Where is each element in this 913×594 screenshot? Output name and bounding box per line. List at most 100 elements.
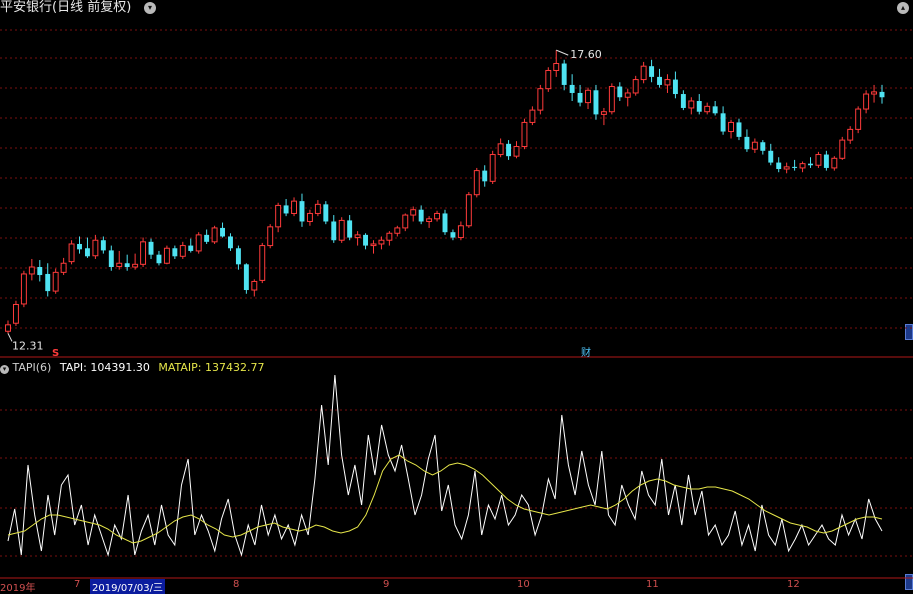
candle-body (783, 166, 790, 170)
x-label-month-11: 11 (646, 579, 659, 590)
candle-body (331, 221, 337, 241)
candle-body (776, 162, 782, 170)
candle-body (871, 91, 878, 95)
matapi-value: MATAIP: 137432.77 (158, 361, 265, 374)
candle-body (497, 143, 504, 156)
candle-body (354, 234, 361, 239)
max-pointer (556, 49, 569, 56)
candle-body (363, 234, 369, 246)
event-marker-s: S (52, 348, 59, 359)
candle-body (879, 91, 885, 98)
candle-body (839, 139, 846, 159)
candle-body (195, 234, 202, 252)
candle-body (68, 243, 75, 263)
candle-body (402, 214, 409, 229)
candle-body (632, 79, 639, 94)
candle-body (267, 226, 274, 247)
candle-body (672, 79, 678, 95)
candle-body (720, 113, 726, 132)
candle-body (323, 204, 329, 222)
candle-body (410, 209, 417, 216)
x-label-month-12: 12 (787, 579, 800, 590)
candle-body (768, 150, 774, 163)
candle-body (506, 143, 512, 157)
candle-body (521, 121, 528, 148)
candle-body (108, 250, 114, 267)
candle-body (736, 122, 742, 137)
candle-body (306, 212, 313, 222)
candle-body (473, 170, 480, 196)
tapi-series-name: TAPI (59, 361, 84, 374)
x-axis: 2019年 7 2019/07/03/三 8 9 10 11 12 (0, 579, 913, 594)
x-label-year: 2019年 (0, 583, 36, 594)
candle-body (283, 205, 289, 214)
candle-body (863, 93, 870, 110)
candle-body (712, 106, 718, 114)
candle-body (100, 240, 106, 251)
candle-body (847, 128, 854, 141)
x-label-month-9: 9 (383, 579, 390, 590)
candle-body (760, 142, 766, 151)
candle-body (116, 262, 123, 267)
candle-body (513, 146, 520, 157)
tapi-value: TAPI: 104391.30 (59, 361, 150, 374)
candle-body (688, 100, 695, 109)
candle-body (482, 170, 488, 182)
candle-body (831, 157, 838, 169)
candle-body (132, 263, 139, 268)
candle-body (561, 63, 567, 85)
candle-body (124, 263, 130, 267)
candle-body (418, 209, 424, 222)
candle-body (808, 163, 813, 166)
candle-body (235, 248, 241, 265)
kline-chart[interactable]: 17.60 12.31 S 财 (0, 0, 913, 591)
candle-body (577, 92, 583, 103)
indicator-legend: ▾ TAPI(6) TAPI: 104391.30 MATAIP: 137432… (0, 361, 264, 375)
indicator-name: TAPI(6) (12, 361, 52, 374)
candle-body (204, 234, 210, 242)
candle-body (84, 248, 90, 257)
candle-body (220, 227, 225, 237)
candle-body (553, 63, 560, 71)
candle-body (148, 241, 154, 255)
candle-body (156, 254, 162, 264)
candle-body (704, 105, 711, 113)
candle-body (386, 232, 393, 241)
candle-body (243, 264, 249, 291)
candle-body (855, 108, 862, 130)
tapi-last-value: 104391.30 (90, 361, 150, 374)
candle-body (450, 232, 456, 238)
candle-body (792, 166, 798, 168)
candle-body (600, 111, 607, 115)
candle-body (251, 280, 258, 291)
tapi-line (7, 374, 883, 557)
candle-body (537, 88, 544, 111)
candle-body (12, 303, 19, 324)
candle-body (20, 273, 27, 305)
candle-body (640, 65, 647, 81)
candle-body (823, 154, 829, 168)
candle-body (179, 245, 186, 257)
candle-body (728, 121, 734, 133)
candle-body (434, 212, 441, 220)
candle-body (664, 79, 671, 86)
min-price-label: 12.31 (12, 339, 44, 352)
candle-body (28, 266, 35, 275)
candle-body (163, 247, 170, 264)
matapi-series-name: MATAIP (158, 361, 198, 374)
candle-body (211, 227, 218, 243)
candle-body (696, 101, 702, 112)
candle-body (649, 66, 655, 77)
candle-body (291, 200, 297, 214)
candle-body (657, 76, 662, 85)
candle-body (465, 194, 472, 227)
candle-body (347, 220, 353, 238)
indicator-options-icon[interactable]: ▾ (0, 365, 9, 374)
candle-body (457, 225, 464, 239)
x-label-selected-date: 2019/07/03/三 (90, 579, 166, 594)
candle-body (442, 213, 448, 233)
x-label-month-7: 7 (74, 579, 81, 590)
candle-body (529, 109, 536, 123)
candle-body (617, 86, 623, 98)
candle-body (608, 86, 615, 113)
